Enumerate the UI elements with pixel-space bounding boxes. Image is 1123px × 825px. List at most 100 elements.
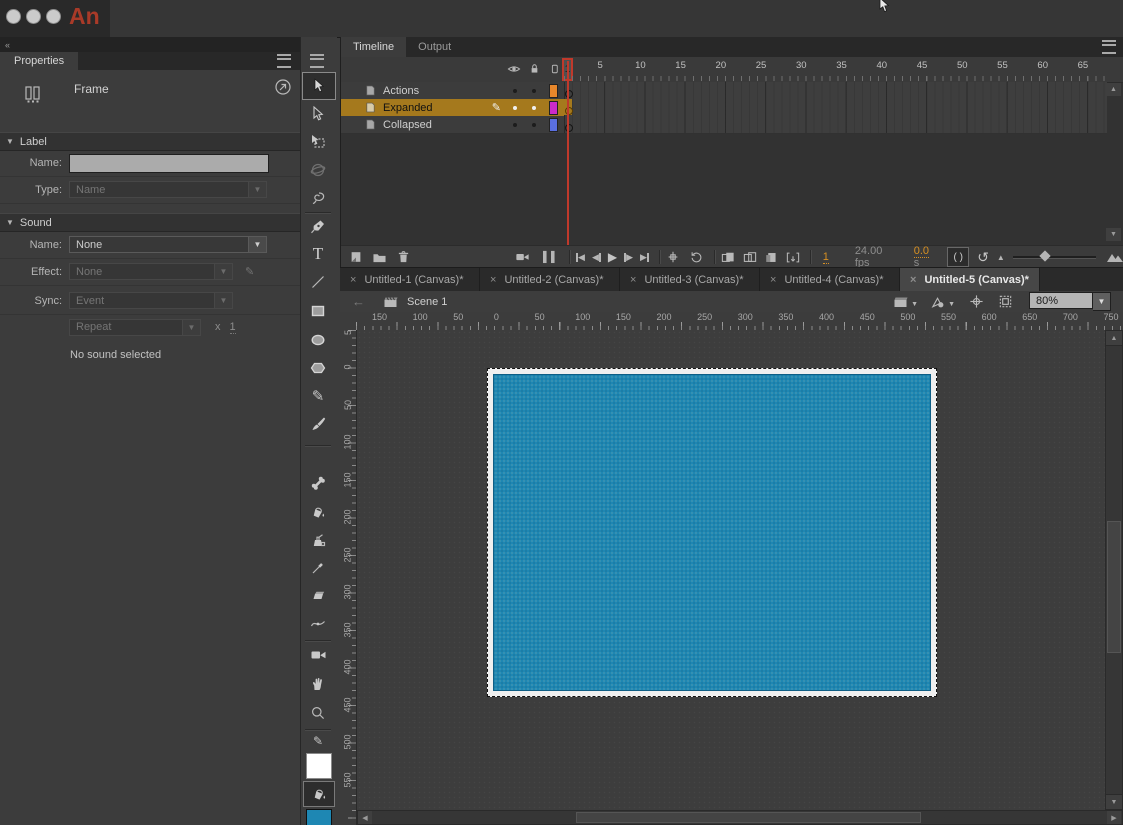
timeline-zoom-out-icon[interactable]: ▲: [997, 248, 1005, 266]
camera-tool[interactable]: [302, 642, 334, 668]
go-to-first-frame-button[interactable]: ◀: [576, 248, 585, 266]
go-to-last-frame-button[interactable]: ▶: [640, 248, 649, 266]
horizontal-scrollbar[interactable]: ◀ ▶: [357, 810, 1123, 825]
outline-layers-toggle[interactable]: [549, 63, 561, 75]
close-tab-icon[interactable]: ×: [910, 274, 916, 286]
close-tab-icon[interactable]: ×: [490, 274, 496, 286]
tab-timeline[interactable]: Timeline: [341, 37, 406, 57]
stage-zoom-select[interactable]: 80% ▼: [1029, 292, 1111, 311]
timeline-scroll-down-arrow[interactable]: ▼: [1106, 228, 1121, 241]
timeline-scroll-up-arrow[interactable]: ▲: [1106, 83, 1121, 96]
label-name-input[interactable]: [69, 154, 269, 173]
subselection-tool[interactable]: [302, 101, 334, 127]
scroll-down-arrow[interactable]: ▼: [1106, 794, 1122, 809]
elapsed-time-indicator[interactable]: 0.0 s: [914, 245, 936, 269]
loop-playback-button[interactable]: [689, 248, 704, 266]
bone-tool[interactable]: [302, 470, 334, 496]
section-header-label[interactable]: ▼ Label: [0, 132, 301, 151]
frames-grid-actions[interactable]: [564, 82, 1107, 100]
sound-name-dropdown[interactable]: None ▼: [69, 236, 267, 253]
dropdown-arrow-icon[interactable]: ▼: [1093, 292, 1111, 311]
edit-symbols-button[interactable]: ▼: [930, 293, 955, 311]
layer-lock-dot[interactable]: [532, 106, 536, 110]
oval-tool[interactable]: [302, 327, 334, 353]
polystar-tool[interactable]: [302, 355, 334, 381]
vertical-scrollbar-thumb[interactable]: [1107, 521, 1121, 653]
layer-visibility-dot[interactable]: [513, 123, 517, 127]
ink-bottle-tool[interactable]: [302, 528, 334, 554]
section-header-sound[interactable]: ▼ Sound: [0, 213, 301, 232]
layer-color-swatch-collapsed[interactable]: [549, 118, 558, 132]
collapse-panel-button[interactable]: «: [5, 40, 10, 50]
stage[interactable]: [487, 368, 937, 697]
edit-scene-button[interactable]: ▼: [893, 293, 918, 311]
timeline-zoom-slider-thumb[interactable]: [1039, 250, 1050, 261]
paint-brush-tool[interactable]: [302, 411, 334, 437]
timeline-zoom-slider[interactable]: [1013, 256, 1096, 259]
step-forward-button[interactable]: ▶: [624, 248, 633, 266]
close-window-button[interactable]: [6, 9, 21, 24]
layer-color-swatch-expanded[interactable]: [549, 101, 558, 115]
fill-color-swatch[interactable]: [306, 809, 332, 825]
zoom-tool[interactable]: [302, 700, 334, 726]
pencil-tool[interactable]: ✎: [302, 383, 334, 409]
stroke-color-swatch[interactable]: [306, 753, 332, 779]
layer-color-swatch-actions[interactable]: [549, 84, 558, 98]
fill-color-control[interactable]: [303, 781, 335, 807]
center-frame-button[interactable]: [666, 248, 680, 266]
free-transform-tool[interactable]: [302, 129, 334, 155]
selection-tool[interactable]: [302, 72, 336, 100]
loop-range-toggle[interactable]: ( ): [947, 247, 969, 267]
selected-stage-rectangle[interactable]: [493, 374, 931, 691]
reset-timeline-zoom-button[interactable]: ↺: [977, 248, 989, 266]
line-tool[interactable]: [302, 269, 334, 295]
layer-visibility-dot[interactable]: [513, 106, 517, 110]
scroll-right-arrow[interactable]: ▶: [1107, 811, 1121, 824]
doc-tab-untitled-5[interactable]: × Untitled-5 (Canvas)*: [900, 268, 1040, 292]
doc-tab-untitled-1[interactable]: × Untitled-1 (Canvas)*: [340, 268, 480, 292]
lasso-tool[interactable]: [302, 185, 334, 211]
rectangle-tool[interactable]: [302, 298, 334, 324]
layer-row-expanded[interactable]: Expanded ✎: [341, 99, 564, 117]
canvas-viewport[interactable]: [357, 330, 1105, 810]
new-folder-button[interactable]: [372, 248, 387, 266]
step-back-button[interactable]: ◀: [592, 248, 601, 266]
clip-content-toggle[interactable]: [998, 293, 1013, 311]
paint-bucket-tool[interactable]: [302, 499, 334, 525]
width-tool[interactable]: [302, 611, 334, 637]
close-tab-icon[interactable]: ×: [350, 274, 356, 286]
scroll-up-arrow[interactable]: ▲: [1106, 331, 1122, 346]
edit-multiple-frames-button[interactable]: [765, 248, 778, 266]
close-tab-icon[interactable]: ×: [770, 274, 776, 286]
play-button[interactable]: ▶: [608, 248, 617, 266]
close-tab-icon[interactable]: ×: [630, 274, 636, 286]
onion-skin-outlines-button[interactable]: [743, 248, 757, 266]
vertical-scrollbar[interactable]: ▲ ▼: [1105, 330, 1123, 810]
layer-lock-dot[interactable]: [532, 123, 536, 127]
lock-layers-toggle[interactable]: [528, 62, 541, 75]
help-link-icon[interactable]: [274, 78, 292, 96]
doc-tab-untitled-4[interactable]: × Untitled-4 (Canvas)*: [760, 268, 900, 292]
layer-lock-dot[interactable]: [532, 89, 536, 93]
frame-rate-indicator[interactable]: 24.00 fps: [855, 245, 896, 270]
toolbar-menu-button[interactable]: [310, 54, 324, 68]
frames-grid-collapsed[interactable]: [564, 116, 1107, 134]
modify-markers-button[interactable]: [786, 248, 800, 266]
scroll-left-arrow[interactable]: ◀: [358, 811, 372, 824]
layer-visibility-dot[interactable]: [513, 89, 517, 93]
timeline-panel-menu-button[interactable]: [1102, 37, 1116, 57]
new-layer-button[interactable]: [349, 248, 363, 266]
pen-tool[interactable]: [302, 214, 334, 240]
current-frame-indicator[interactable]: 1: [823, 251, 829, 264]
eraser-tool[interactable]: [302, 583, 334, 609]
frames-grid-expanded[interactable]: [564, 99, 1107, 117]
show-parenting-view-button[interactable]: ▌▌: [543, 248, 559, 266]
add-camera-button[interactable]: [514, 248, 531, 266]
timeline-zoom-in-icon[interactable]: [1106, 248, 1123, 266]
eyedropper-tool[interactable]: [302, 555, 334, 581]
expand-window-button[interactable]: [46, 9, 61, 24]
tab-properties[interactable]: Properties: [0, 52, 78, 70]
delete-layer-button[interactable]: [397, 248, 410, 266]
minimize-window-button[interactable]: [26, 9, 41, 24]
text-tool[interactable]: T: [302, 241, 334, 267]
